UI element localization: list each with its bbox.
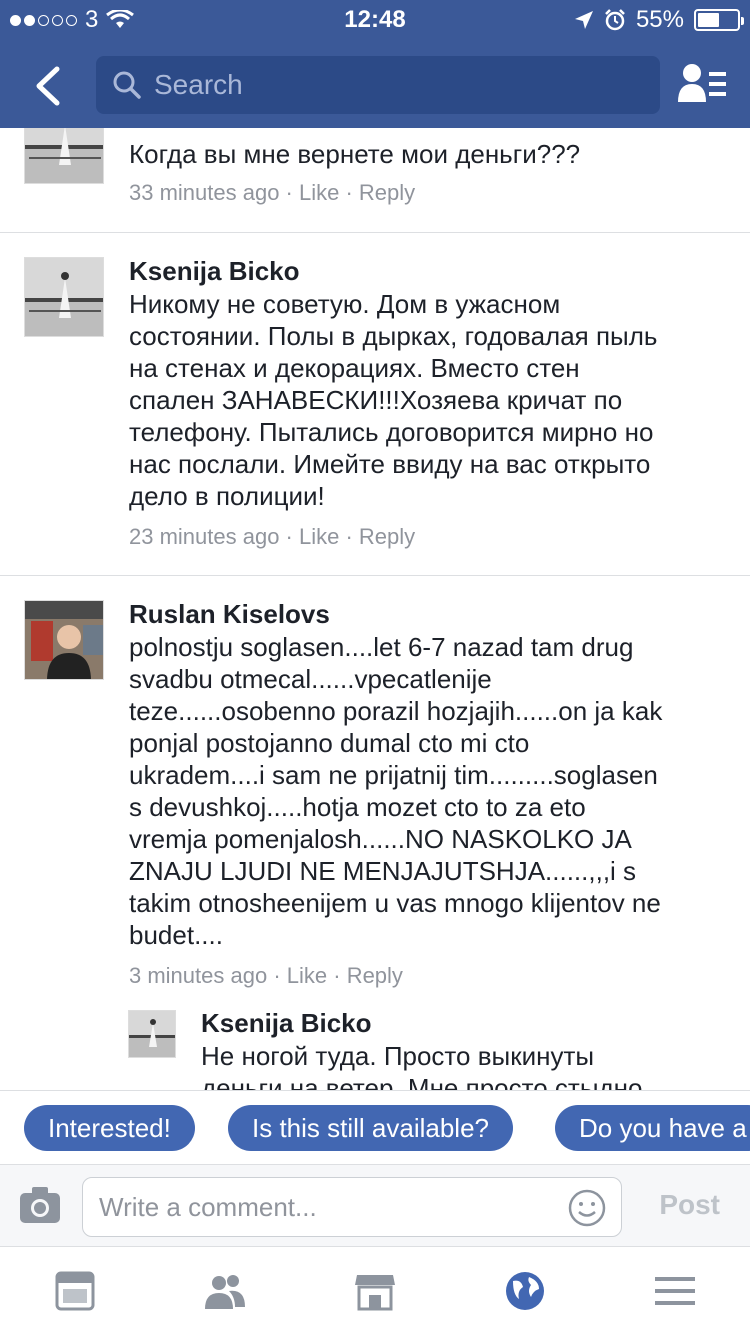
battery-fill: [698, 13, 719, 27]
search-input[interactable]: Search: [96, 56, 660, 114]
camera-icon[interactable]: [18, 1185, 62, 1225]
comment-text: Никому не советую. Дом в ужасном состоян…: [129, 289, 658, 511]
avatar-image: [129, 1011, 175, 1057]
comment-author[interactable]: Ksenija Bicko: [129, 256, 300, 287]
avatar-image: [25, 258, 103, 336]
top-bar: 3 12:48 55% Search: [0, 0, 750, 128]
divider: [0, 575, 750, 576]
comment-time: 23 minutes ago: [129, 524, 280, 549]
search-icon: [113, 71, 141, 99]
like-link[interactable]: Like: [287, 963, 327, 988]
quick-reply-do-you-have[interactable]: Do you have a: [555, 1105, 750, 1151]
comment-text: Не ногой туда. Просто выкинуты деньги на…: [201, 1041, 643, 1090]
menu-icon[interactable]: [653, 1269, 697, 1313]
quick-replies: Interested! Is this still available? Do …: [0, 1090, 750, 1164]
emoji-icon[interactable]: [567, 1188, 607, 1228]
comment-text: polnostju soglasen....let 6-7 nazad tam …: [129, 632, 663, 950]
comment-time: 3 minutes ago: [129, 963, 268, 988]
battery-icon: [694, 9, 744, 31]
alarm-icon: [605, 9, 625, 31]
search-placeholder: Search: [154, 69, 243, 100]
notifications-globe-icon[interactable]: [503, 1269, 547, 1313]
quick-reply-still-available[interactable]: Is this still available?: [228, 1105, 513, 1151]
chevron-left-icon: [36, 66, 60, 106]
battery-percent: 55%: [635, 6, 684, 33]
like-link[interactable]: Like: [299, 524, 339, 549]
comment-placeholder: Write a comment...: [99, 1191, 317, 1222]
avatar[interactable]: [24, 600, 104, 680]
comment-time: 33 minutes ago: [129, 180, 280, 205]
like-link[interactable]: Like: [299, 180, 339, 205]
status-bar: 3 12:48 55%: [0, 0, 750, 40]
back-button[interactable]: [18, 56, 78, 116]
reply-link[interactable]: Reply: [359, 180, 415, 205]
tab-bar: [0, 1246, 750, 1334]
friends-list-icon[interactable]: [678, 62, 728, 108]
compose-bar: Write a comment... Post: [0, 1164, 750, 1246]
quick-reply-interested[interactable]: Interested!: [24, 1105, 195, 1151]
comment-meta: 33 minutes ago · Like · Reply: [129, 180, 416, 205]
post-button[interactable]: Post: [659, 1189, 720, 1221]
comment-meta: 3 minutes ago · Like · Reply: [129, 963, 403, 988]
comment-list[interactable]: Когда вы мне вернете мои деньги??? 33 mi…: [0, 128, 750, 1090]
avatar[interactable]: [128, 1010, 176, 1058]
avatar[interactable]: [24, 128, 104, 184]
reply-link[interactable]: Reply: [359, 524, 415, 549]
nav-bar: Search: [0, 44, 750, 128]
status-right: 55%: [574, 6, 744, 34]
comment-author[interactable]: Ruslan Kiselovs: [129, 599, 330, 630]
avatar[interactable]: [24, 257, 104, 337]
comment-text: Когда вы мне вернете мои деньги???: [129, 139, 581, 169]
comment-meta: 23 minutes ago · Like · Reply: [129, 524, 416, 549]
comment-author[interactable]: Ksenija Bicko: [201, 1008, 372, 1039]
avatar-image: [25, 128, 103, 183]
friends-icon[interactable]: [203, 1269, 247, 1313]
location-icon: [574, 11, 593, 29]
news-feed-icon[interactable]: [53, 1269, 97, 1313]
marketplace-icon[interactable]: [353, 1269, 397, 1313]
comment-input[interactable]: Write a comment...: [82, 1177, 622, 1237]
avatar-image: [25, 601, 103, 679]
reply-link[interactable]: Reply: [347, 963, 403, 988]
divider: [0, 232, 750, 233]
